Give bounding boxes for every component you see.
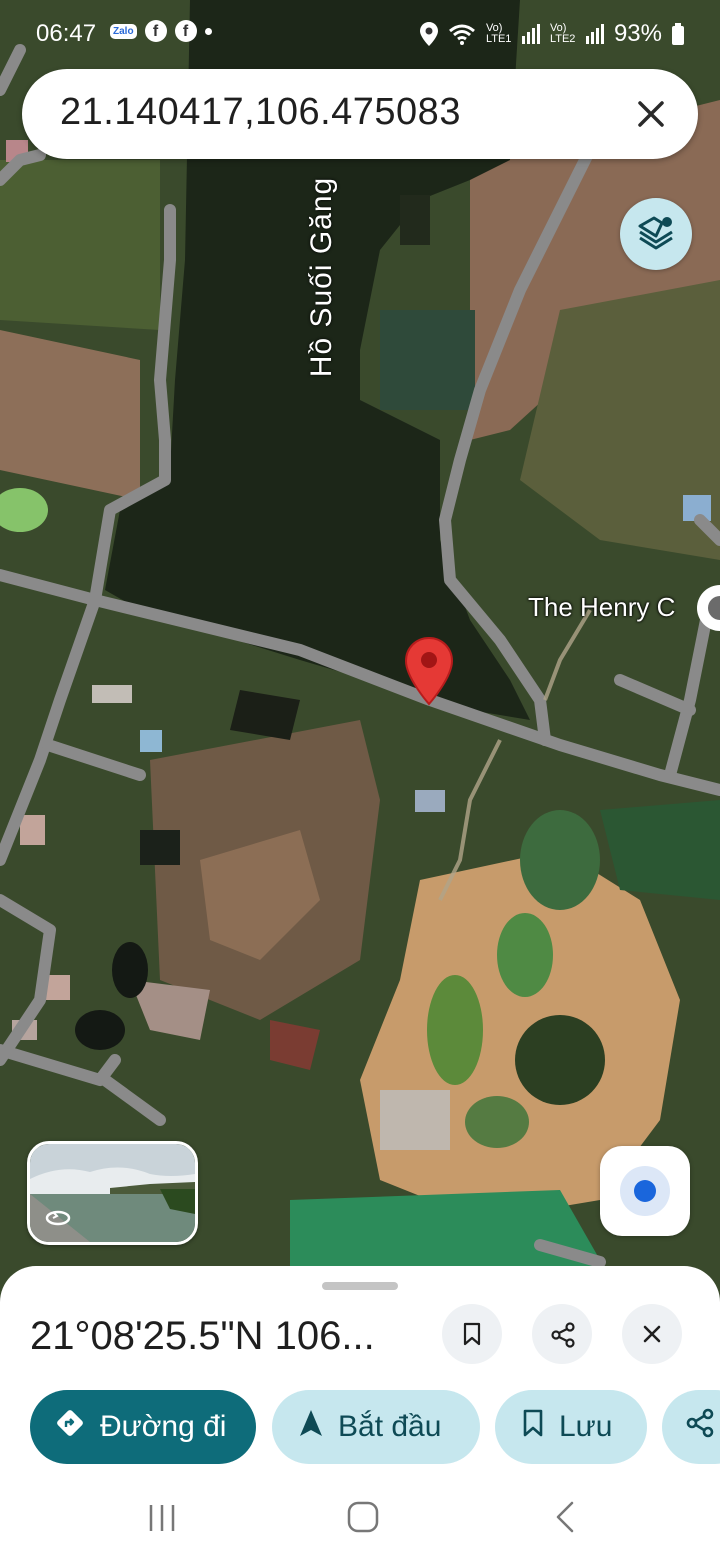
- close-sheet-button[interactable]: [622, 1304, 682, 1364]
- close-icon: [643, 1325, 661, 1343]
- directions-button[interactable]: Đường đi: [30, 1390, 256, 1464]
- signal-icon: [585, 24, 604, 44]
- status-bar: 06:47 Zalo f f Vo) LTE1 Vo) LTE2 93%: [0, 0, 720, 70]
- system-navigation-bar: [0, 1480, 720, 1560]
- close-icon[interactable]: [632, 95, 670, 133]
- share-icon: [686, 1408, 714, 1446]
- search-bar[interactable]: 21.140417,106.475083: [22, 69, 698, 159]
- location-icon: [419, 22, 438, 46]
- start-label: Bắt đầu: [338, 1410, 442, 1443]
- back-icon[interactable]: [554, 1501, 578, 1533]
- rotate-icon: [45, 1210, 71, 1226]
- lake-label[interactable]: Hồ Suối Găng: [305, 177, 339, 377]
- directions-label: Đường đi: [100, 1410, 227, 1443]
- save-label: Lưu: [559, 1410, 613, 1443]
- facebook-icon: f: [174, 20, 197, 42]
- layers-icon: [638, 216, 673, 250]
- save-button[interactable]: Lưu: [495, 1390, 647, 1464]
- street-view-thumbnail[interactable]: [27, 1141, 198, 1245]
- bookmark-icon: [463, 1322, 481, 1346]
- bookmark-icon: [521, 1408, 545, 1446]
- navigation-arrow-icon: [298, 1408, 324, 1446]
- map-pin-icon[interactable]: [404, 636, 454, 706]
- zalo-icon: Zalo: [110, 23, 137, 39]
- wifi-icon: [448, 24, 475, 45]
- place-coordinates-title: 21°08'25.5"N 106...: [30, 1314, 375, 1358]
- layers-button[interactable]: [620, 198, 692, 270]
- facebook-icon: f: [144, 20, 167, 42]
- signal-lte2-label: Vo) LTE2: [549, 22, 576, 45]
- status-right: Vo) LTE1 Vo) LTE2 93%: [419, 20, 684, 48]
- share-chip-button[interactable]: [662, 1390, 720, 1464]
- satellite-map[interactable]: [0, 0, 720, 1300]
- my-location-dot: [634, 1180, 656, 1202]
- drag-handle[interactable]: [322, 1282, 398, 1290]
- home-icon[interactable]: [347, 1501, 379, 1533]
- share-icon: [551, 1322, 575, 1348]
- directions-icon: [54, 1407, 86, 1447]
- notification-icons: Zalo f f: [110, 20, 212, 42]
- my-location-button[interactable]: [600, 1146, 690, 1236]
- signal-icon: [521, 24, 540, 44]
- start-button[interactable]: Bắt đầu: [272, 1390, 480, 1464]
- place-label[interactable]: The Henry C: [528, 592, 675, 623]
- battery-percent: 93%: [613, 20, 662, 47]
- status-time: 06:47: [36, 20, 97, 47]
- save-icon-button[interactable]: [442, 1304, 502, 1364]
- search-query[interactable]: 21.140417,106.475083: [60, 91, 461, 134]
- signal-lte1-label: Vo) LTE1: [485, 22, 512, 45]
- battery-icon: [672, 23, 684, 45]
- more-notifications-dot-icon: [204, 27, 212, 35]
- recents-icon[interactable]: [146, 1502, 178, 1534]
- share-button[interactable]: [532, 1304, 592, 1364]
